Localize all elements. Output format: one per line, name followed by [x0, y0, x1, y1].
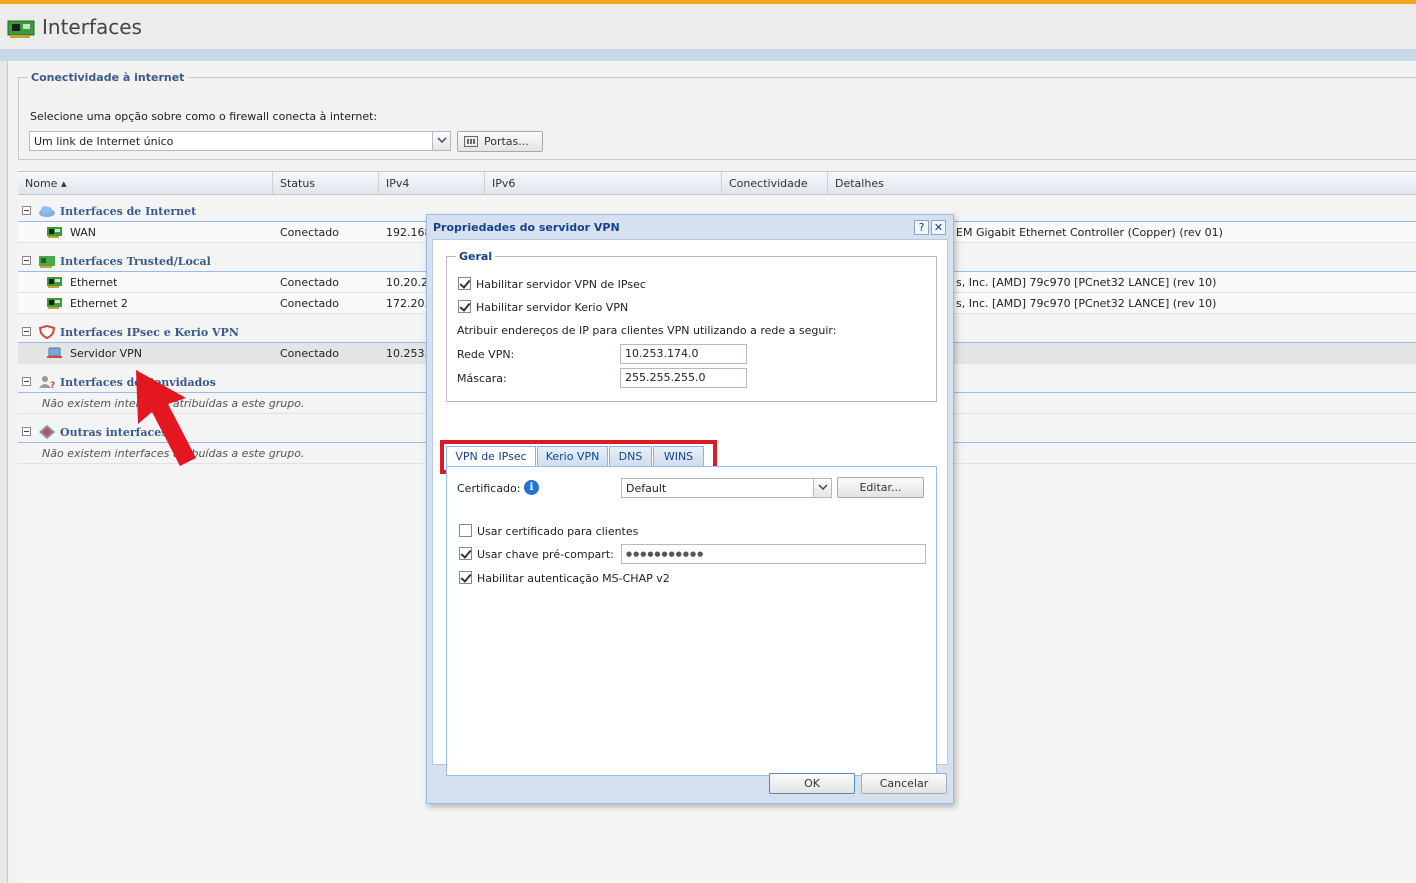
network-card-icon	[47, 277, 62, 288]
general-legend: Geral	[459, 250, 493, 263]
connectivity-fieldset: Conectividade à internet Selecione uma o…	[18, 71, 1416, 160]
row-status: Conectado	[280, 297, 339, 310]
collapse-icon[interactable]	[22, 206, 31, 215]
group-label: Interfaces Trusted/Local	[60, 255, 211, 268]
network-card-icon	[7, 20, 35, 38]
enable-ipsec-label: Habilitar servidor VPN de IPsec	[476, 278, 646, 291]
grid-header: Nome ▴ Status IPv4 IPv6 Conectividade De…	[18, 171, 1416, 195]
row-ipv4: 10.253.1	[386, 347, 426, 360]
certificate-value: Default	[626, 482, 667, 495]
collapse-icon[interactable]	[22, 327, 31, 336]
connectivity-prompt: Selecione uma opção sobre como o firewal…	[30, 110, 378, 123]
enable-kerio-label: Habilitar servidor Kerio VPN	[476, 301, 629, 314]
tab-dns[interactable]: DNS	[609, 446, 652, 467]
row-ipv4: 172.20.2	[386, 297, 426, 310]
network-card-icon	[47, 227, 62, 238]
shield-icon	[38, 325, 56, 339]
column-details[interactable]: Detalhes	[828, 172, 1416, 194]
group-label: Interfaces IPsec e Kerio VPN	[60, 326, 239, 339]
tab-wins[interactable]: WINS	[653, 446, 704, 467]
row-name: Servidor VPN	[70, 347, 142, 360]
page-header: Interfaces	[0, 4, 1416, 49]
assign-network-text: Atribuir endereços de IP para clientes V…	[457, 324, 837, 337]
use-psk-checkbox[interactable]	[459, 547, 472, 560]
connectivity-mode-select[interactable]: Um link de Internet único	[29, 131, 451, 151]
row-status: Conectado	[280, 226, 339, 239]
help-icon[interactable]: ?	[914, 220, 929, 235]
row-name: Ethernet	[70, 276, 118, 289]
ports-button[interactable]: Portas...	[457, 131, 543, 152]
tab-kerio-vpn[interactable]: Kerio VPN	[537, 446, 608, 467]
cancel-button[interactable]: Cancelar	[861, 773, 947, 794]
ports-button-label: Portas...	[484, 135, 529, 148]
column-connectivity[interactable]: Conectividade	[722, 172, 828, 194]
ports-icon	[464, 136, 478, 147]
group-label: Interfaces de Internet	[60, 205, 197, 218]
close-icon[interactable]: ✕	[931, 220, 946, 235]
edit-certificate-button[interactable]: Editar...	[837, 477, 924, 498]
row-name: Ethernet 2	[70, 297, 128, 310]
chevron-down-icon[interactable]	[432, 132, 450, 150]
mschap-label: Habilitar autenticação MS-CHAP v2	[477, 572, 670, 585]
info-icon[interactable]: i	[524, 480, 539, 495]
row-status: Conectado	[280, 276, 339, 289]
use-client-cert-checkbox[interactable]	[459, 524, 472, 537]
column-ipv4[interactable]: IPv4	[379, 172, 485, 194]
connectivity-legend: Conectividade à internet	[31, 71, 185, 84]
row-ipv4: 10.20.20	[386, 276, 426, 289]
chevron-down-icon[interactable]	[813, 479, 831, 497]
mschap-checkbox[interactable]	[459, 571, 472, 584]
vpn-network-label: Rede VPN:	[457, 348, 515, 361]
psk-input[interactable]: ●●●●●●●●●●●	[621, 544, 926, 564]
row-ipv4: 192.168	[386, 226, 426, 239]
page-title: Interfaces	[42, 15, 142, 39]
annotation-arrow-icon	[136, 370, 196, 466]
header-band	[0, 49, 1416, 61]
row-name: WAN	[70, 226, 97, 239]
svg-text:?: ?	[50, 381, 55, 389]
enable-ipsec-checkbox[interactable]	[458, 277, 471, 290]
cloud-icon	[39, 206, 55, 217]
column-name[interactable]: Nome ▴	[18, 172, 273, 194]
row-details: s, Inc. [AMD] 79c970 [PCnet32 LANCE] (re…	[956, 276, 1217, 289]
tab-ipsec[interactable]: VPN de IPsec	[446, 446, 536, 468]
dialog-title: Propriedades do servidor VPN	[433, 221, 620, 234]
collapse-icon[interactable]	[22, 256, 31, 265]
collapse-icon[interactable]	[22, 427, 31, 436]
vpn-server-dialog: Propriedades do servidor VPN ? ✕ Geral H…	[426, 214, 954, 804]
other-interfaces-icon	[39, 425, 55, 439]
column-status[interactable]: Status	[273, 172, 379, 194]
row-status: Conectado	[280, 347, 339, 360]
certificate-label: Certificado:	[457, 482, 521, 495]
network-card-icon	[39, 256, 55, 268]
ipsec-tab-panel: Certificado: i Default Editar... Usar ce…	[446, 466, 937, 776]
row-details: s, Inc. [AMD] 79c970 [PCnet32 LANCE] (re…	[956, 297, 1217, 310]
connectivity-mode-value: Um link de Internet único	[34, 135, 174, 148]
vpn-server-icon	[47, 347, 62, 358]
certificate-select[interactable]: Default	[621, 478, 832, 498]
enable-kerio-checkbox[interactable]	[458, 300, 471, 313]
network-card-icon	[47, 298, 62, 309]
use-client-cert-label: Usar certificado para clientes	[477, 525, 639, 538]
collapse-icon[interactable]	[22, 377, 31, 386]
mask-label: Máscara:	[457, 372, 507, 385]
dialog-body: Geral Habilitar servidor VPN de IPsec Ha…	[432, 239, 948, 776]
use-psk-label: Usar chave pré-compart:	[477, 548, 614, 561]
vpn-network-input[interactable]: 10.253.174.0	[620, 344, 747, 364]
column-ipv6[interactable]: IPv6	[485, 172, 722, 194]
ok-button[interactable]: OK	[769, 773, 855, 794]
row-details: EM Gigabit Ethernet Controller (Copper) …	[956, 226, 1223, 239]
guest-user-icon: ?	[39, 376, 55, 389]
mask-input[interactable]: 255.255.255.0	[620, 368, 747, 388]
